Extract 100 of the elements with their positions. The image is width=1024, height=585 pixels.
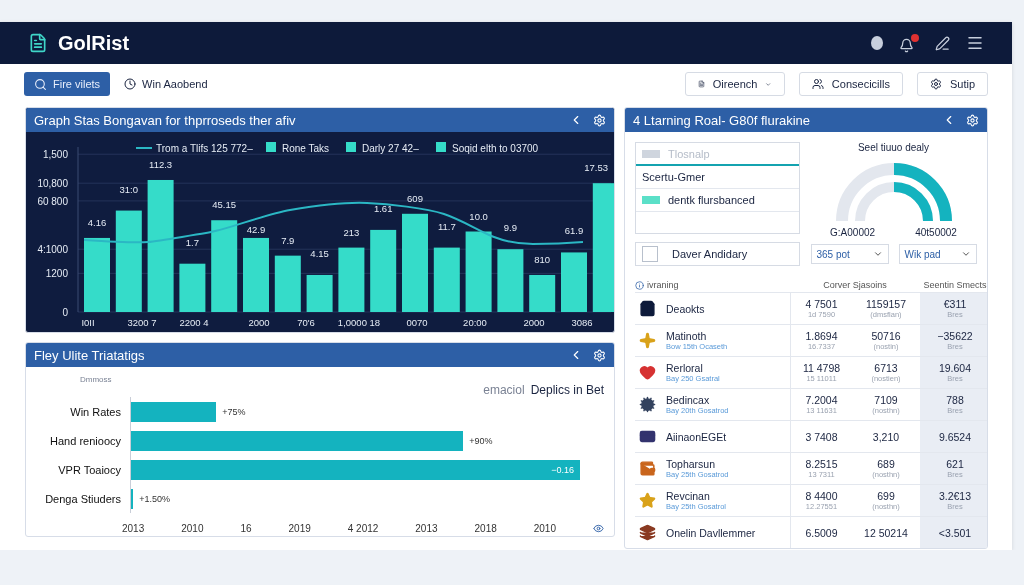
bag-icon [639,300,656,317]
bar-label: 1.7 [185,236,199,248]
table-cell: 3 7408 [790,420,852,452]
panel-title: Graph Stas Bongavan for thprroseds ther afiv [34,112,296,128]
chevron-down-icon [872,249,883,259]
gauge-value: 40t50002 [915,227,957,238]
bar-label: 7.9 [281,234,295,246]
gear-icon [639,396,656,413]
axis-label: 2200 4 [179,317,209,328]
dropdown[interactable]: Wik pad [898,244,977,264]
eye-icon[interactable] [592,523,604,534]
axis-label: 3200 7 [127,317,157,328]
wallet-icon [639,460,656,477]
list-item[interactable]: Scertu-Gmer [636,166,799,189]
dropdown[interactable]: 365 pot [810,244,889,264]
axis-label: 4:1000 [37,244,68,256]
heart-icon [639,364,656,381]
legend-label: Rone Taks [282,143,330,154]
settings-icon[interactable] [966,113,979,127]
time-label: Win Aaobend [124,78,208,90]
axis-label: 2013 [415,523,438,534]
bar [433,247,460,312]
legend-swatch [266,142,276,152]
list-item[interactable]: dentk flursbanced [636,189,799,212]
bar-reading: +1.50% [139,493,170,504]
bar-reading: +90% [469,435,493,446]
bar-label: VPR Toaiocy [57,463,122,476]
bar [274,255,301,312]
bell-icon[interactable] [899,33,919,53]
axis-label: I0II [81,317,95,328]
axis-label: 1,0000 18 [337,317,381,328]
bar-label: Denga Stiuders [44,492,122,505]
bar-label: 609 [407,192,423,204]
axis-label: 1200 [45,268,68,280]
axis-label: 2013 [122,523,145,534]
chart-note: emaciol [483,383,525,397]
star-icon [639,492,656,509]
bar-reading: +75% [222,406,246,417]
gauge-value: G:A00002 [830,227,876,238]
menu-icon[interactable] [966,34,984,52]
search-button[interactable]: Fire vilets [24,72,111,96]
settings-icon[interactable] [593,113,606,127]
dropdown[interactable]: Oireench [684,72,785,96]
app-title: GolRist [58,31,130,55]
axis-label: 70'6 [297,317,315,328]
color-swatch [642,196,660,204]
panel-title: Fley Ulite Triatatigs [34,347,145,363]
bar [529,274,556,312]
bar [179,263,206,312]
axis-label: 2010 [533,523,556,534]
axis-label: 4 2012 [347,523,379,534]
bar-label: 4.15 [310,247,329,259]
table-cell: AiinaonEGEt [635,420,790,452]
column-header: ivraning [635,278,790,292]
legend-label: Dmmoss [80,375,112,384]
toolbar-button[interactable]: Consecicills [798,72,903,96]
column-header: Corver Sjasoins [822,279,888,292]
info-icon [635,280,644,290]
pen-icon[interactable] [935,35,950,51]
axis-label: 60 800 [37,195,68,207]
column-header: Seentin Smects [922,279,987,292]
document-icon [697,78,705,90]
chevron-down-icon [960,249,971,259]
legend-swatch [436,142,446,152]
gauge-title: Seel tiuuo dealy [857,142,930,153]
checkbox-row[interactable]: Daver Andidary [635,242,800,266]
checkbox[interactable] [642,246,658,262]
toolbar-button[interactable]: Sutip [916,72,988,96]
bar-label: 42.9 [246,223,266,235]
bar-label: 9.9 [503,222,517,234]
settings-icon[interactable] [593,348,606,362]
bar-label: 17.53 [584,162,608,174]
axis-label: 1,500 [42,149,68,161]
bar-label: 4.16 [87,216,107,228]
bar-label: 1.61 [373,202,393,214]
axis-label: 2019 [288,523,311,534]
axis-label: 0 [62,307,68,318]
bar-reading: −0.16 [551,464,574,475]
axis-label: 3086 [571,317,593,328]
sparkle-icon [639,332,656,349]
table-cell: Onelin Davllemmer [635,516,790,548]
avatar-icon[interactable] [871,36,883,50]
checkbox-label: Daver Andidary [672,248,748,260]
legend-label: Trom a Tlifs 125 772– [156,143,253,154]
chart-heading: Deplics in Bet [530,383,604,397]
table-cell: 6.5009 [790,516,852,548]
legend-label: Soqid elth to 03700 [452,143,539,154]
axis-label: 20:00 [463,317,487,328]
axis-label: 10,800 [37,178,68,190]
bar-label: 45.15 [212,199,237,211]
bar [561,252,587,312]
users-icon [811,78,824,90]
axis-label: 0070 [406,317,428,328]
bar [497,249,524,312]
bar-label: Win Rates [69,405,122,418]
logo-icon [28,33,48,53]
axis-label: 2000 [523,317,545,328]
bar-label: 11.7 [437,220,456,232]
panel-title: 4 Ltarning Roal- G80f flurakine [633,112,811,128]
bar-label: 61.9 [564,225,584,237]
